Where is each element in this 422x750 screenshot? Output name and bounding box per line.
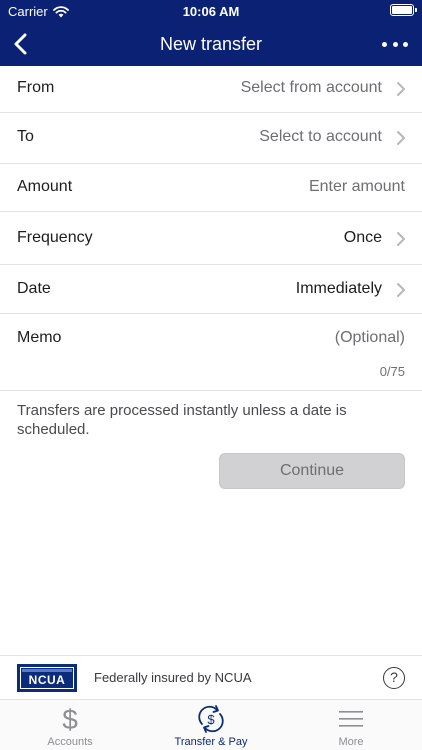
- status-bar: Carrier 10:06 AM: [0, 0, 422, 22]
- from-label: From: [17, 79, 55, 96]
- memo-label: Memo: [17, 329, 62, 346]
- transfer-pay-icon: $: [198, 705, 224, 733]
- more-options-icon[interactable]: [382, 32, 408, 56]
- chevron-right-icon: [397, 232, 406, 246]
- date-row[interactable]: Date Immediately: [0, 265, 422, 314]
- date-value: Immediately: [295, 280, 382, 297]
- memo-row[interactable]: Memo (Optional) 0/75: [0, 314, 422, 391]
- from-value: Select from account: [240, 79, 382, 96]
- to-label: To: [17, 128, 34, 145]
- frequency-value: Once: [343, 229, 382, 246]
- svg-text:$: $: [207, 712, 215, 727]
- tab-accounts-label: Accounts: [47, 736, 93, 748]
- memo-character-counter: 0/75: [379, 364, 405, 379]
- nav-bar: New transfer: [0, 22, 422, 66]
- frequency-label: Frequency: [17, 229, 93, 246]
- frequency-row[interactable]: Frequency Once: [0, 212, 422, 265]
- chevron-right-icon: [397, 131, 406, 145]
- ncua-logo: NCUA: [17, 664, 77, 692]
- to-value: Select to account: [259, 128, 382, 145]
- chevron-right-icon: [397, 82, 406, 96]
- dollar-icon: $: [62, 704, 78, 734]
- tab-transfer-pay-label: Transfer & Pay: [174, 736, 248, 748]
- tab-more[interactable]: More: [281, 700, 421, 750]
- app-header: Carrier 10:06 AM New transfer: [0, 0, 422, 66]
- page-title: New transfer: [159, 34, 263, 54]
- continue-button[interactable]: Continue: [219, 453, 405, 489]
- tab-transfer-pay[interactable]: $ Transfer & Pay: [141, 700, 281, 750]
- tab-accounts[interactable]: $ Accounts: [0, 700, 140, 750]
- ncua-logo-text: NCUA: [28, 673, 66, 687]
- battery-icon: [390, 4, 417, 16]
- tab-bar: $ Accounts $ Transfer & Pay More: [0, 700, 422, 750]
- to-account-row[interactable]: To Select to account: [0, 113, 422, 164]
- clock: 10:06 AM: [182, 4, 240, 19]
- ncua-insured-text: Federally insured by NCUA: [94, 670, 252, 685]
- from-account-row[interactable]: From Select from account: [0, 66, 422, 113]
- help-icon[interactable]: ?: [383, 667, 405, 689]
- tab-more-label: More: [338, 736, 364, 748]
- ncua-banner: NCUA Federally insured by NCUA ?: [0, 655, 422, 700]
- transfer-note: Transfers are processed instantly unless…: [17, 402, 347, 438]
- svg-text:$: $: [62, 704, 78, 734]
- amount-label: Amount: [17, 178, 73, 195]
- chevron-right-icon: [397, 283, 406, 297]
- amount-row[interactable]: Amount Enter amount: [0, 164, 422, 212]
- amount-input[interactable]: Enter amount: [309, 178, 405, 196]
- menu-icon: [339, 711, 363, 727]
- memo-input[interactable]: (Optional): [335, 329, 405, 347]
- transfer-form: From Select from account To Select to ac…: [0, 66, 422, 391]
- date-label: Date: [17, 280, 51, 297]
